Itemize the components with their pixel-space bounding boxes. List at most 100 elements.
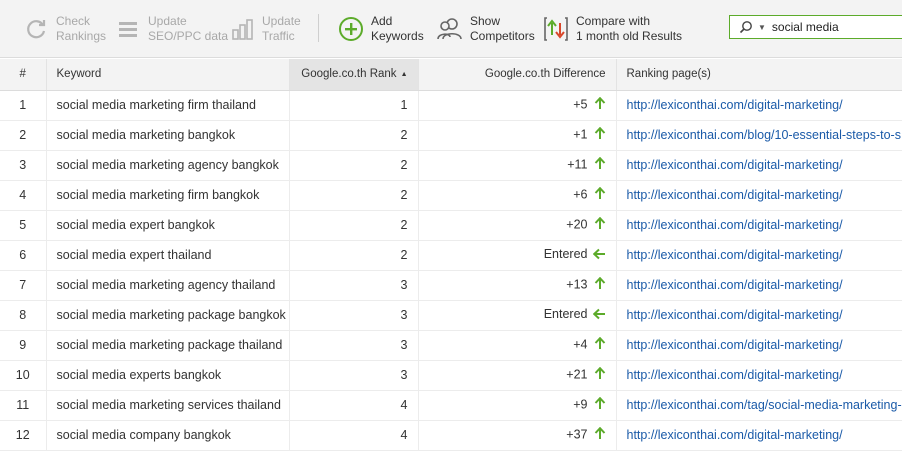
difference-value: +5 [573,97,588,112]
difference-value: +4 [573,337,588,352]
search-box[interactable]: ▼ [729,15,902,39]
rank-cell: 2 [289,180,419,211]
add-circle-icon [337,14,365,44]
list-icon [114,14,142,44]
difference-value: +11 [567,157,588,172]
difference-cell: +4 [418,330,617,361]
keyword-cell: social media expert thailand [46,240,290,271]
row-number: 9 [0,330,47,361]
show-competitors-button[interactable]: Show Competitors [436,12,535,46]
row-number: 1 [0,90,47,121]
table-row[interactable]: 11 social media marketing services thaila… [0,390,902,421]
compare-arrows-icon [542,14,570,44]
difference-cell: +37 [418,420,617,451]
arrow-up-icon [592,96,606,113]
difference-cell: +11 [418,150,617,181]
search-icon [734,20,758,34]
table-row[interactable]: 1 social media marketing firm thailand 1 +5… [0,90,902,121]
arrow-up-icon [592,426,606,443]
users-icon [436,14,464,44]
keyword-cell: social media marketing agency bangkok [46,150,290,181]
ranking-page-link[interactable]: http://lexiconthai.com/digital-marketing… [616,420,902,451]
difference-cell: Entered [418,240,617,271]
arrow-left-icon [592,308,606,323]
ranking-page-link[interactable]: http://lexiconthai.com/digital-marketing… [616,210,902,241]
arrow-up-icon [592,186,606,203]
keyword-cell: social media marketing services thailand [46,390,290,421]
table-row[interactable]: 6 social media expert thailand 2 Entered htt… [0,240,902,271]
ranking-page-link[interactable]: http://lexiconthai.com/digital-marketing… [616,300,902,331]
table-row[interactable]: 12 social media company bangkok 4 +37 http:/… [0,420,902,451]
column-header-number[interactable]: # [0,59,47,91]
arrow-up-icon [592,366,606,383]
chevron-down-icon[interactable]: ▼ [758,23,766,32]
column-header-rank-label: Google.co.th Rank [301,68,397,81]
toolbar: Check Rankings Update SEO/PPC data Updat… [0,0,902,58]
keyword-cell: social media marketing package bangkok [46,300,290,331]
rank-cell: 2 [289,150,419,181]
row-number: 5 [0,210,47,241]
rank-cell: 2 [289,210,419,241]
table-row[interactable]: 10 social media experts bangkok 3 +21 http:/… [0,360,902,391]
row-number: 12 [0,420,47,451]
row-number: 8 [0,300,47,331]
table-row[interactable]: 5 social media expert bangkok 2 +20 http://l… [0,210,902,241]
arrow-up-icon [592,336,606,353]
add-keywords-button[interactable]: Add Keywords [337,12,424,46]
table-row[interactable]: 7 social media marketing agency thailand 3… [0,270,902,301]
search-input[interactable] [771,20,892,34]
column-header-ranking-page[interactable]: Ranking page(s) [616,59,902,91]
ranking-page-link[interactable]: http://lexiconthai.com/digital-marketing… [616,330,902,361]
rank-cell: 3 [289,360,419,391]
arrow-left-icon [592,248,606,263]
keyword-cell: social media marketing firm bangkok [46,180,290,211]
keyword-cell: social media marketing firm thailand [46,90,290,121]
check-rankings-button[interactable]: Check Rankings [22,12,106,46]
table-row[interactable]: 9 social media marketing package thailand… [0,330,902,361]
table-row[interactable]: 8 social media marketing package bangkok 3… [0,300,902,331]
rank-cell: 3 [289,270,419,301]
difference-cell: +1 [418,120,617,151]
row-number: 3 [0,150,47,181]
keywords-table: # Keyword Google.co.th Rank ▲ Google.co.t… [0,59,902,451]
column-header-rank[interactable]: Google.co.th Rank ▲ [289,59,419,91]
ranking-page-link[interactable]: http://lexiconthai.com/tag/social-media-… [616,390,902,421]
table-row[interactable]: 3 social media marketing agency bangkok 2 +… [0,150,902,181]
arrow-up-icon [592,156,606,173]
row-number: 11 [0,390,47,421]
update-seo-ppc-label: Update SEO/PPC data [148,14,229,43]
rank-cell: 2 [289,120,419,151]
difference-cell: +6 [418,180,617,211]
ranking-page-link[interactable]: http://lexiconthai.com/digital-marketing… [616,150,902,181]
column-header-keyword[interactable]: Keyword [46,59,290,91]
ranking-page-link[interactable]: http://lexiconthai.com/blog/10-essential… [616,120,902,151]
difference-cell: +9 [418,390,617,421]
difference-value: +1 [573,127,588,142]
compare-results-button[interactable]: Compare with 1 month old Results [542,12,682,46]
keyword-cell: social media expert bangkok [46,210,290,241]
difference-cell: +21 [418,360,617,391]
ranking-page-link[interactable]: http://lexiconthai.com/digital-marketing… [616,90,902,121]
update-traffic-button[interactable]: Update Traffic [228,12,301,46]
rank-cell: 4 [289,420,419,451]
bar-chart-icon [228,14,256,44]
table-row[interactable]: 4 social media marketing firm bangkok 2 +6 h… [0,180,902,211]
keyword-cell: social media experts bangkok [46,360,290,391]
rank-cell: 4 [289,390,419,421]
update-seo-ppc-button[interactable]: Update SEO/PPC data [114,12,228,46]
arrow-up-icon [592,276,606,293]
difference-cell: +13 [418,270,617,301]
arrow-up-icon [592,126,606,143]
table-row[interactable]: 2 social media marketing bangkok 2 +1 http:/… [0,120,902,151]
ranking-page-link[interactable]: http://lexiconthai.com/digital-marketing… [616,270,902,301]
row-number: 4 [0,180,47,211]
ranking-page-link[interactable]: http://lexiconthai.com/digital-marketing… [616,360,902,391]
column-header-difference[interactable]: Google.co.th Difference [418,59,617,91]
difference-value: +20 [566,217,588,232]
ranking-page-link[interactable]: http://lexiconthai.com/digital-marketing… [616,240,902,271]
arrow-up-icon [592,216,606,233]
ranking-page-link[interactable]: http://lexiconthai.com/digital-marketing… [616,180,902,211]
difference-cell: +5 [418,90,617,121]
difference-value: +21 [566,367,588,382]
rank-cell: 3 [289,300,419,331]
